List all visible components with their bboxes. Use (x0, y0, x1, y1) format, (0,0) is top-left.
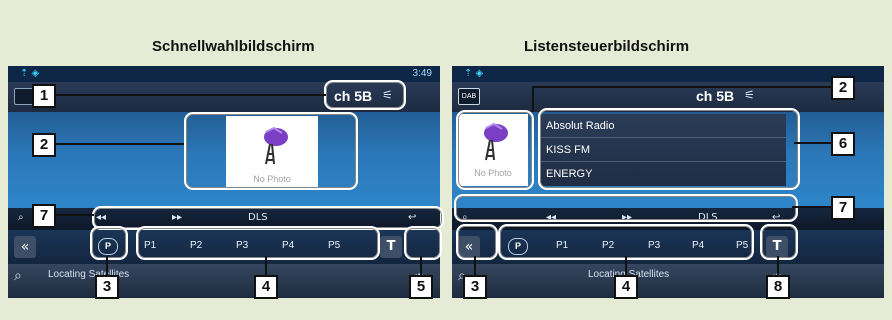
callout-6: 6 (831, 132, 855, 156)
search-icon[interactable]: ⌕ (18, 212, 24, 223)
left-screen-title: Schnellwahlbildschirm (152, 38, 315, 55)
leader-line (777, 256, 779, 276)
callout-5: 5 (409, 275, 433, 299)
callout-2-right: 2 (831, 76, 855, 100)
status-bar: ⇡ ◈ (452, 66, 884, 82)
callout-box-artwork-right (456, 110, 534, 190)
callout-8: 8 (766, 275, 790, 299)
antenna-icon: ⚟ (744, 88, 755, 102)
callout-box-back-left (90, 226, 128, 260)
leader-line (792, 206, 834, 208)
callout-4-left: 4 (254, 275, 278, 299)
leader-line (265, 256, 267, 276)
callout-box-presets-right (498, 224, 754, 260)
source-icon[interactable]: DAB (458, 88, 480, 105)
bottom-bar: ⌕ Locating Satellites ⚙ (8, 264, 440, 298)
callout-box-t-left (404, 226, 442, 260)
callout-box-artwork (184, 112, 358, 190)
channel-label: ch 5B (696, 88, 735, 104)
leader-line (54, 94, 326, 96)
leader-line (474, 256, 476, 276)
callout-2-left: 2 (32, 133, 56, 157)
leader-line (106, 256, 108, 276)
callout-box-controls-right (454, 194, 798, 222)
callout-box-list (538, 108, 800, 190)
callout-1: 1 (32, 84, 56, 108)
callout-box-t-right (760, 224, 798, 260)
leader-line (625, 256, 627, 276)
bottom-bar: ⌕ Locating Satellites ⚙ (452, 264, 884, 298)
leader-line (794, 142, 832, 144)
callout-box-presets-left (136, 226, 380, 260)
callout-4-right: 4 (614, 275, 638, 299)
leader-line (420, 256, 422, 276)
clock: 3:49 (412, 68, 432, 79)
leader-line (54, 143, 184, 145)
t-button[interactable]: T (380, 236, 402, 258)
right-screen-title: Listensteuerbildschirm (524, 38, 690, 55)
leader-line (54, 214, 94, 216)
callout-7-right: 7 (831, 196, 855, 220)
status-icons: ⇡ ◈ (20, 68, 40, 79)
callout-3-right: 3 (463, 275, 487, 299)
search-list-icon[interactable]: ⌕ (14, 268, 36, 290)
leader-line (532, 86, 832, 88)
status-icons: ⇡ ◈ (464, 68, 484, 79)
back-button[interactable]: « (14, 236, 36, 258)
callout-7-left: 7 (32, 204, 56, 228)
leader-line (532, 86, 534, 112)
callout-3-left: 3 (95, 275, 119, 299)
callout-box-back-right (456, 224, 498, 260)
callout-box-channel (324, 80, 406, 110)
